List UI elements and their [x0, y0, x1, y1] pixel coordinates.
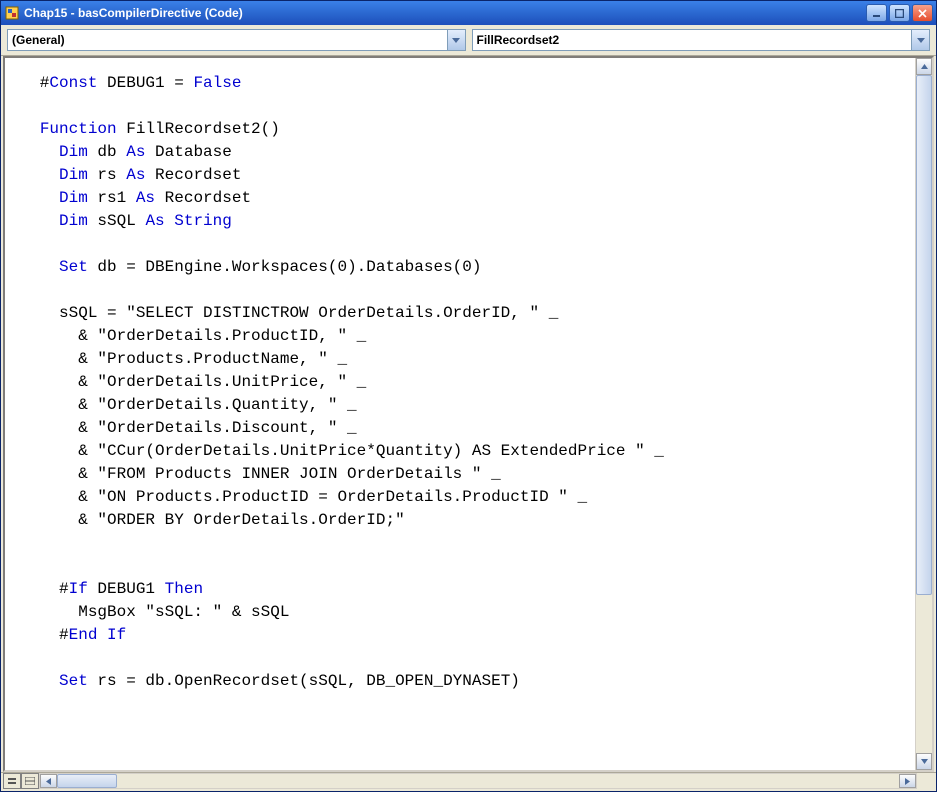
horizontal-scrollbar[interactable]: [39, 773, 917, 789]
titlebar[interactable]: Chap15 - basCompilerDirective (Code): [1, 1, 936, 25]
code-window: Chap15 - basCompilerDirective (Code) (Ge…: [0, 0, 937, 792]
editor-area: #Const DEBUG1 = False Function FillRecor…: [3, 56, 934, 772]
scroll-left-button[interactable]: [40, 774, 57, 788]
vb-app-icon: [4, 5, 20, 21]
window-controls: [866, 4, 933, 22]
vertical-scrollbar[interactable]: [915, 58, 932, 770]
scroll-thumb[interactable]: [916, 75, 932, 595]
minimize-button[interactable]: [866, 4, 887, 22]
scroll-corner: [917, 773, 934, 789]
maximize-button[interactable]: [889, 4, 910, 22]
scroll-up-button[interactable]: [916, 58, 932, 75]
chevron-down-icon: [447, 30, 465, 50]
chevron-down-icon: [911, 30, 929, 50]
object-combo-text: (General): [12, 33, 65, 47]
full-module-view-button[interactable]: [21, 773, 39, 789]
procedure-combo[interactable]: FillRecordset2: [472, 29, 931, 51]
dropdown-row: (General) FillRecordset2: [1, 25, 936, 56]
scroll-down-button[interactable]: [916, 753, 932, 770]
code-pane[interactable]: #Const DEBUG1 = False Function FillRecor…: [5, 58, 915, 770]
object-combo[interactable]: (General): [7, 29, 466, 51]
scroll-right-button[interactable]: [899, 774, 916, 788]
procedure-combo-text: FillRecordset2: [477, 33, 560, 47]
close-button[interactable]: [912, 4, 933, 22]
bottom-bar: [1, 772, 936, 791]
hscroll-thumb[interactable]: [57, 774, 117, 788]
window-title: Chap15 - basCompilerDirective (Code): [24, 6, 866, 20]
procedure-view-button[interactable]: [3, 773, 21, 789]
hscroll-track[interactable]: [57, 774, 899, 788]
